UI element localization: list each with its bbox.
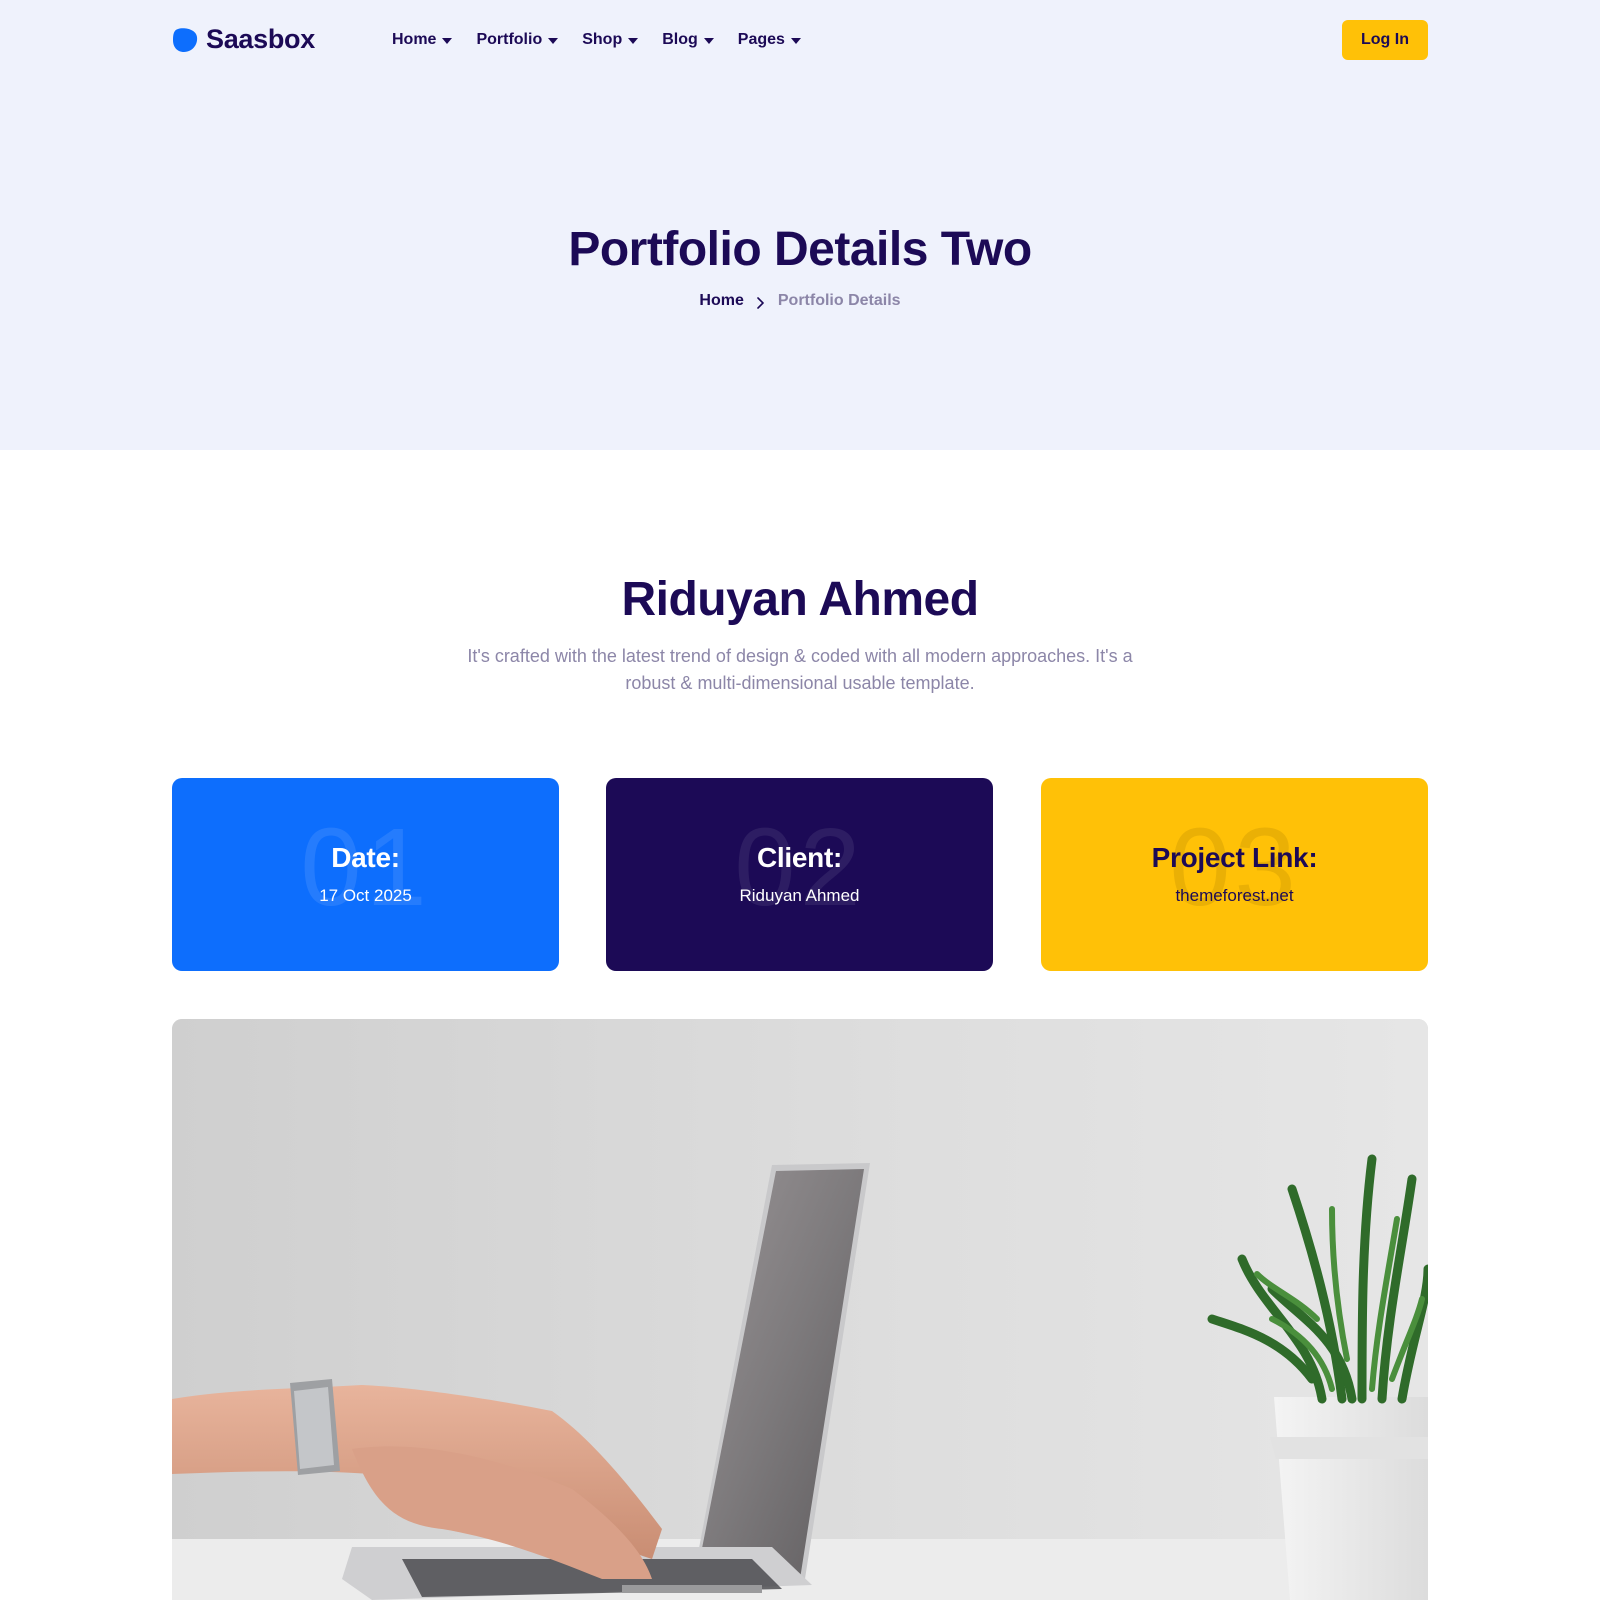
- caret-down-icon: [628, 37, 639, 44]
- info-card-project-link: 03 Project Link: themeforest.net: [1041, 778, 1428, 971]
- breadcrumb-current: Portfolio Details: [777, 292, 901, 309]
- card-value: Riduyan Ahmed: [739, 886, 860, 905]
- hero-section: Saasbox Home Portfolio Shop Blog Pages L…: [0, 0, 1600, 450]
- nav-item-blog[interactable]: Blog: [662, 31, 714, 49]
- project-image: [172, 1019, 1428, 1600]
- info-card-client: 02 Client: Riduyan Ahmed: [606, 778, 993, 971]
- caret-down-icon: [442, 37, 453, 44]
- nav-item-label: Shop: [582, 31, 623, 48]
- card-value: 17 Oct 2025: [319, 886, 412, 905]
- breadcrumb: Home Portfolio Details: [0, 292, 1600, 310]
- info-card-date: 01 Date: 17 Oct 2025: [172, 778, 559, 971]
- project-description: It's crafted with the latest trend of de…: [467, 646, 1133, 693]
- nav-item-label: Portfolio: [476, 31, 543, 48]
- navbar: Saasbox Home Portfolio Shop Blog Pages L…: [172, 20, 1428, 60]
- card-label: Client:: [756, 842, 842, 873]
- card-label: Project Link:: [1151, 842, 1318, 873]
- project-info-cards: 01 Date: 17 Oct 2025 02 Client: Riduyan …: [172, 778, 1428, 971]
- nav-item-home[interactable]: Home: [392, 31, 453, 49]
- login-button[interactable]: Log In: [1342, 20, 1428, 60]
- nav-item-portfolio[interactable]: Portfolio: [476, 31, 559, 49]
- chevron-right-icon: [757, 297, 764, 309]
- nav-item-label: Pages: [737, 31, 785, 48]
- brand-name: Saasbox: [206, 24, 315, 54]
- main-nav: Home Portfolio Shop Blog Pages: [392, 31, 801, 49]
- blob-logo-icon: [173, 27, 198, 52]
- caret-down-icon: [548, 37, 559, 44]
- nav-item-pages[interactable]: Pages: [738, 31, 801, 49]
- nav-item-label: Home: [392, 31, 437, 48]
- caret-down-icon: [790, 37, 801, 44]
- laptop-workspace-image: [172, 1019, 1428, 1600]
- nav-item-shop[interactable]: Shop: [582, 31, 639, 49]
- card-value project-link[interactable]: themeforest.net: [1041, 886, 1428, 906]
- nav-item-label: Blog: [662, 31, 698, 48]
- project-title: Riduyan Ahmed: [621, 573, 979, 626]
- brand-logo[interactable]: Saasbox: [172, 24, 315, 55]
- page-title: Portfolio Details Two: [568, 223, 1032, 276]
- breadcrumb-home-link[interactable]: Home: [699, 292, 743, 310]
- caret-down-icon: [703, 37, 714, 44]
- card-label: Date:: [331, 842, 400, 873]
